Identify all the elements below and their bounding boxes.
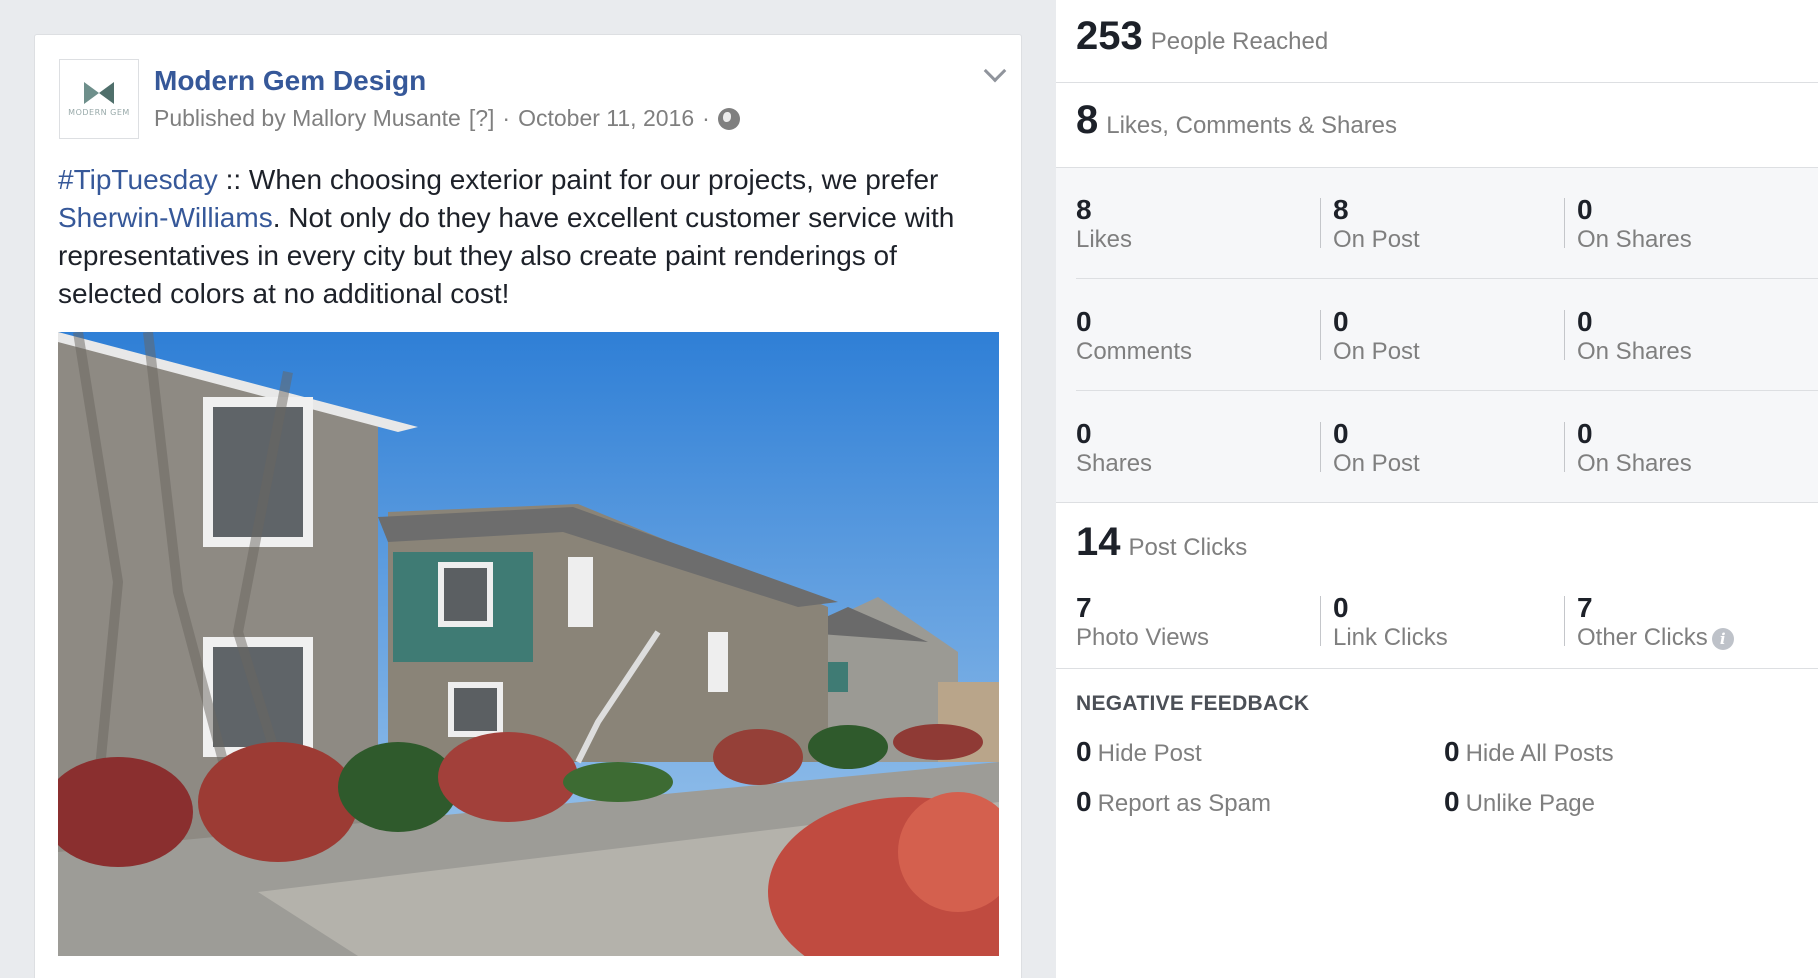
post-text: #TipTuesday :: When choosing exterior pa… (58, 161, 1008, 313)
published-by: Published by Mallory Musante (154, 105, 461, 131)
page-avatar[interactable]: MODERN GEM (59, 59, 139, 139)
post-photo[interactable] (58, 332, 999, 956)
post-date-link[interactable]: October 11, 2016 (518, 105, 694, 132)
post-card: MODERN GEM Modern Gem Design Published b… (34, 34, 1022, 978)
post-clicks-row: 14 Post Clicks (1076, 520, 1818, 565)
column-separator (1564, 422, 1565, 472)
engagement-row: 8 Likes, Comments & Shares (1076, 98, 1818, 143)
other-clicks-label: Other Clicks (1577, 624, 1708, 651)
column-separator (1564, 596, 1565, 646)
engagement-breakdown: 8 Likes 8 On Post 0 On Shares 0 Comments… (1056, 168, 1818, 502)
divider (1056, 502, 1818, 503)
unlike-page-stat: 0 Unlike Page (1444, 786, 1595, 817)
page-name-link[interactable]: Modern Gem Design (154, 65, 426, 97)
divider (1076, 278, 1818, 279)
comments-on-post: 0 On Post (1333, 306, 1420, 365)
column-separator (1320, 596, 1321, 646)
comments-total: 0 Comments (1076, 306, 1193, 365)
help-marker[interactable]: [?] (469, 105, 495, 132)
divider (1056, 82, 1818, 83)
post-clicks-label: Post Clicks (1128, 534, 1248, 561)
link-clicks: 0 Link Clicks (1333, 592, 1448, 651)
divider (1076, 390, 1818, 391)
hide-all-posts-stat: 0 Hide All Posts (1444, 736, 1614, 767)
chevron-down-icon[interactable] (983, 59, 1007, 83)
engagement-label: Likes, Comments & Shares (1106, 112, 1398, 139)
insights-panel: 253 People Reached 8 Likes, Comments & Sha… (1056, 0, 1818, 978)
column-separator (1320, 310, 1321, 360)
likes-on-post: 8 On Post (1333, 194, 1420, 253)
globe-icon[interactable] (717, 107, 740, 130)
info-icon[interactable]: i (1711, 627, 1734, 650)
apartment-photo-image (58, 332, 999, 956)
other-clicks: 7 Other Clicks i (1577, 592, 1734, 652)
likes-total: 8 Likes (1076, 194, 1133, 253)
avatar-logo-text: MODERN GEM (68, 107, 130, 117)
modern-gem-logo-icon (84, 81, 114, 104)
hashtag-link[interactable]: #TipTuesday (58, 164, 218, 195)
reach-label: People Reached (1150, 28, 1329, 55)
shares-on-shares: 0 On Shares (1577, 418, 1692, 477)
report-spam-stat: 0 Report as Spam (1076, 786, 1271, 817)
post-clicks-value: 14 (1076, 520, 1121, 564)
likes-on-shares: 0 On Shares (1577, 194, 1692, 253)
reach-value: 253 (1076, 14, 1143, 58)
column-separator (1320, 422, 1321, 472)
engagement-value: 8 (1076, 98, 1099, 142)
negative-feedback-title: NEGATIVE FEEDBACK (1076, 692, 1310, 715)
post-byline: Published by Mallory Musante [?] · Octob… (154, 105, 740, 132)
comments-on-shares: 0 On Shares (1577, 306, 1692, 365)
photo-views: 7 Photo Views (1076, 592, 1209, 651)
column-separator (1320, 198, 1321, 248)
shares-total: 0 Shares (1076, 418, 1153, 477)
column-separator (1564, 198, 1565, 248)
reach-row: 253 People Reached (1076, 14, 1818, 59)
divider (1056, 668, 1818, 669)
hide-post-stat: 0 Hide Post (1076, 736, 1202, 767)
shares-on-post: 0 On Post (1333, 418, 1420, 477)
mention-link[interactable]: Sherwin-Williams (58, 202, 273, 233)
post-text-part1: :: When choosing exterior paint for our … (217, 164, 939, 195)
column-separator (1564, 310, 1565, 360)
